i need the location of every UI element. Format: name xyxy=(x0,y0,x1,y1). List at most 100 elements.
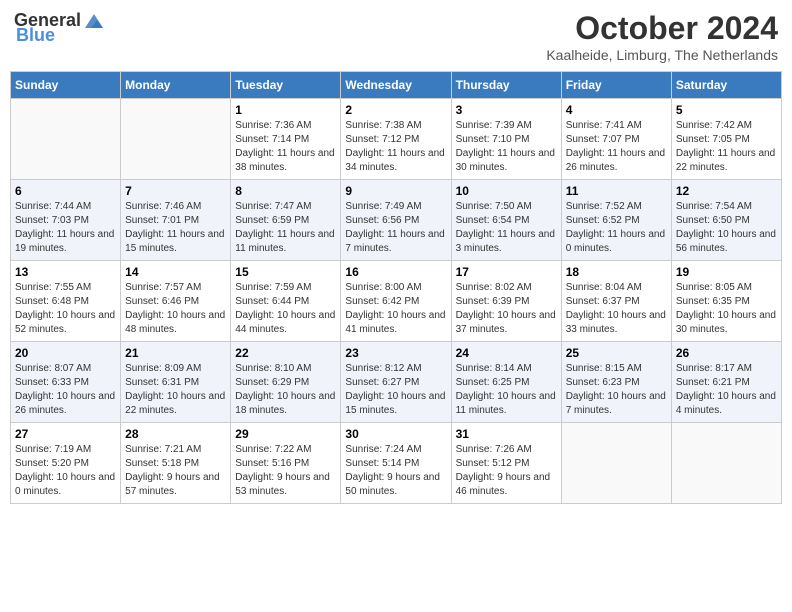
day-info: Sunrise: 7:19 AM Sunset: 5:20 PM Dayligh… xyxy=(15,443,116,499)
calendar-cell: 13Sunrise: 7:55 AM Sunset: 6:48 PM Dayli… xyxy=(11,261,121,342)
day-info: Sunrise: 8:09 AM Sunset: 6:31 PM Dayligh… xyxy=(125,362,226,418)
calendar-cell: 31Sunrise: 7:26 AM Sunset: 5:12 PM Dayli… xyxy=(451,423,561,504)
calendar-cell: 25 Sunrise: 8:15 AM Sunset: 6:23 PM Dayli… xyxy=(561,342,671,423)
calendar-cell: 30 Sunrise: 7:24 AM Sunset: 5:14 PM Dayli… xyxy=(341,423,451,504)
calendar-cell: 15 Sunrise: 7:59 AM Sunset: 6:44 PM Dayli… xyxy=(231,261,341,342)
calendar-cell: 8 Sunrise: 7:47 AM Sunset: 6:59 PM Daylig… xyxy=(231,180,341,261)
logo-blue-text: Blue xyxy=(16,25,55,46)
weekday-header-sunday: Sunday xyxy=(11,72,121,99)
day-info: Sunrise: 8:05 AM Sunset: 6:35 PM Dayligh… xyxy=(676,281,777,337)
day-info: Sunrise: 8:07 AM Sunset: 6:33 PM Dayligh… xyxy=(15,362,116,418)
calendar-week-row: 20 Sunrise: 8:07 AM Sunset: 6:33 PM Dayli… xyxy=(11,342,782,423)
calendar-cell: 27 Sunrise: 7:19 AM Sunset: 5:20 PM Dayli… xyxy=(11,423,121,504)
calendar-cell: 4 Sunrise: 7:41 AM Sunset: 7:07 PM Daylig… xyxy=(561,99,671,180)
day-number: 3 xyxy=(456,103,557,117)
day-number: 4 xyxy=(566,103,667,117)
calendar-table: SundayMondayTuesdayWednesdayThursdayFrid… xyxy=(10,71,782,504)
calendar-cell xyxy=(561,423,671,504)
page-header: General Blue October 2024 Kaalheide, Lim… xyxy=(10,10,782,63)
day-info: Sunrise: 7:46 AM Sunset: 7:01 PM Dayligh… xyxy=(125,200,226,256)
day-number: 9 xyxy=(345,184,446,198)
day-info: Sunrise: 7:39 AM Sunset: 7:10 PM Dayligh… xyxy=(456,119,557,175)
calendar-cell xyxy=(11,99,121,180)
day-number: 29 xyxy=(235,427,336,441)
day-info: Sunrise: 7:22 AM Sunset: 5:16 PM Dayligh… xyxy=(235,443,336,499)
day-number: 30 xyxy=(345,427,446,441)
day-info: Sunrise: 7:38 AM Sunset: 7:12 PM Dayligh… xyxy=(345,119,446,175)
calendar-cell: 1 Sunrise: 7:36 AM Sunset: 7:14 PM Daylig… xyxy=(231,99,341,180)
day-number: 12 xyxy=(676,184,777,198)
calendar-cell: 29 Sunrise: 7:22 AM Sunset: 5:16 PM Dayli… xyxy=(231,423,341,504)
calendar-week-row: 6Sunrise: 7:44 AM Sunset: 7:03 PM Daylig… xyxy=(11,180,782,261)
calendar-cell: 26Sunrise: 8:17 AM Sunset: 6:21 PM Dayli… xyxy=(671,342,781,423)
location-title: Kaalheide, Limburg, The Netherlands xyxy=(546,47,778,63)
day-info: Sunrise: 7:55 AM Sunset: 6:48 PM Dayligh… xyxy=(15,281,116,337)
day-number: 5 xyxy=(676,103,777,117)
calendar-cell: 2Sunrise: 7:38 AM Sunset: 7:12 PM Daylig… xyxy=(341,99,451,180)
day-number: 7 xyxy=(125,184,226,198)
calendar-cell: 5 Sunrise: 7:42 AM Sunset: 7:05 PM Daylig… xyxy=(671,99,781,180)
day-number: 14 xyxy=(125,265,226,279)
day-number: 10 xyxy=(456,184,557,198)
day-number: 21 xyxy=(125,346,226,360)
calendar-cell: 14Sunrise: 7:57 AM Sunset: 6:46 PM Dayli… xyxy=(121,261,231,342)
day-number: 8 xyxy=(235,184,336,198)
calendar-cell: 12 Sunrise: 7:54 AM Sunset: 6:50 PM Dayli… xyxy=(671,180,781,261)
day-info: Sunrise: 7:54 AM Sunset: 6:50 PM Dayligh… xyxy=(676,200,777,256)
day-number: 27 xyxy=(15,427,116,441)
calendar-cell: 9 Sunrise: 7:49 AM Sunset: 6:56 PM Daylig… xyxy=(341,180,451,261)
day-number: 19 xyxy=(676,265,777,279)
weekday-header-saturday: Saturday xyxy=(671,72,781,99)
logo: General Blue xyxy=(14,10,105,46)
day-info: Sunrise: 7:47 AM Sunset: 6:59 PM Dayligh… xyxy=(235,200,336,256)
logo-icon xyxy=(83,12,105,30)
weekday-header-monday: Monday xyxy=(121,72,231,99)
calendar-cell: 23 Sunrise: 8:12 AM Sunset: 6:27 PM Dayli… xyxy=(341,342,451,423)
day-info: Sunrise: 8:02 AM Sunset: 6:39 PM Dayligh… xyxy=(456,281,557,337)
calendar-cell: 20 Sunrise: 8:07 AM Sunset: 6:33 PM Dayli… xyxy=(11,342,121,423)
day-number: 24 xyxy=(456,346,557,360)
calendar-cell: 22 Sunrise: 8:10 AM Sunset: 6:29 PM Dayli… xyxy=(231,342,341,423)
calendar-cell: 7 Sunrise: 7:46 AM Sunset: 7:01 PM Daylig… xyxy=(121,180,231,261)
day-number: 25 xyxy=(566,346,667,360)
calendar-header-row: SundayMondayTuesdayWednesdayThursdayFrid… xyxy=(11,72,782,99)
day-number: 22 xyxy=(235,346,336,360)
day-info: Sunrise: 8:10 AM Sunset: 6:29 PM Dayligh… xyxy=(235,362,336,418)
day-number: 1 xyxy=(235,103,336,117)
day-info: Sunrise: 7:49 AM Sunset: 6:56 PM Dayligh… xyxy=(345,200,446,256)
calendar-week-row: 27 Sunrise: 7:19 AM Sunset: 5:20 PM Dayli… xyxy=(11,423,782,504)
day-info: Sunrise: 7:36 AM Sunset: 7:14 PM Dayligh… xyxy=(235,119,336,175)
day-info: Sunrise: 7:41 AM Sunset: 7:07 PM Dayligh… xyxy=(566,119,667,175)
day-number: 16 xyxy=(345,265,446,279)
calendar-week-row: 1 Sunrise: 7:36 AM Sunset: 7:14 PM Daylig… xyxy=(11,99,782,180)
weekday-header-thursday: Thursday xyxy=(451,72,561,99)
title-block: October 2024 Kaalheide, Limburg, The Net… xyxy=(546,10,778,63)
day-number: 18 xyxy=(566,265,667,279)
day-info: Sunrise: 8:14 AM Sunset: 6:25 PM Dayligh… xyxy=(456,362,557,418)
day-info: Sunrise: 7:52 AM Sunset: 6:52 PM Dayligh… xyxy=(566,200,667,256)
calendar-cell: 6Sunrise: 7:44 AM Sunset: 7:03 PM Daylig… xyxy=(11,180,121,261)
day-info: Sunrise: 7:24 AM Sunset: 5:14 PM Dayligh… xyxy=(345,443,446,499)
day-info: Sunrise: 8:00 AM Sunset: 6:42 PM Dayligh… xyxy=(345,281,446,337)
calendar-cell: 18 Sunrise: 8:04 AM Sunset: 6:37 PM Dayli… xyxy=(561,261,671,342)
day-number: 17 xyxy=(456,265,557,279)
day-info: Sunrise: 8:17 AM Sunset: 6:21 PM Dayligh… xyxy=(676,362,777,418)
weekday-header-tuesday: Tuesday xyxy=(231,72,341,99)
day-info: Sunrise: 7:21 AM Sunset: 5:18 PM Dayligh… xyxy=(125,443,226,499)
weekday-header-wednesday: Wednesday xyxy=(341,72,451,99)
calendar-cell: 19 Sunrise: 8:05 AM Sunset: 6:35 PM Dayli… xyxy=(671,261,781,342)
day-info: Sunrise: 7:59 AM Sunset: 6:44 PM Dayligh… xyxy=(235,281,336,337)
calendar-cell: 10Sunrise: 7:50 AM Sunset: 6:54 PM Dayli… xyxy=(451,180,561,261)
day-number: 20 xyxy=(15,346,116,360)
day-number: 6 xyxy=(15,184,116,198)
calendar-cell: 28Sunrise: 7:21 AM Sunset: 5:18 PM Dayli… xyxy=(121,423,231,504)
day-info: Sunrise: 7:42 AM Sunset: 7:05 PM Dayligh… xyxy=(676,119,777,175)
day-number: 23 xyxy=(345,346,446,360)
day-info: Sunrise: 8:15 AM Sunset: 6:23 PM Dayligh… xyxy=(566,362,667,418)
day-info: Sunrise: 8:04 AM Sunset: 6:37 PM Dayligh… xyxy=(566,281,667,337)
calendar-cell xyxy=(121,99,231,180)
calendar-cell: 3 Sunrise: 7:39 AM Sunset: 7:10 PM Daylig… xyxy=(451,99,561,180)
day-number: 31 xyxy=(456,427,557,441)
day-number: 15 xyxy=(235,265,336,279)
day-info: Sunrise: 8:12 AM Sunset: 6:27 PM Dayligh… xyxy=(345,362,446,418)
